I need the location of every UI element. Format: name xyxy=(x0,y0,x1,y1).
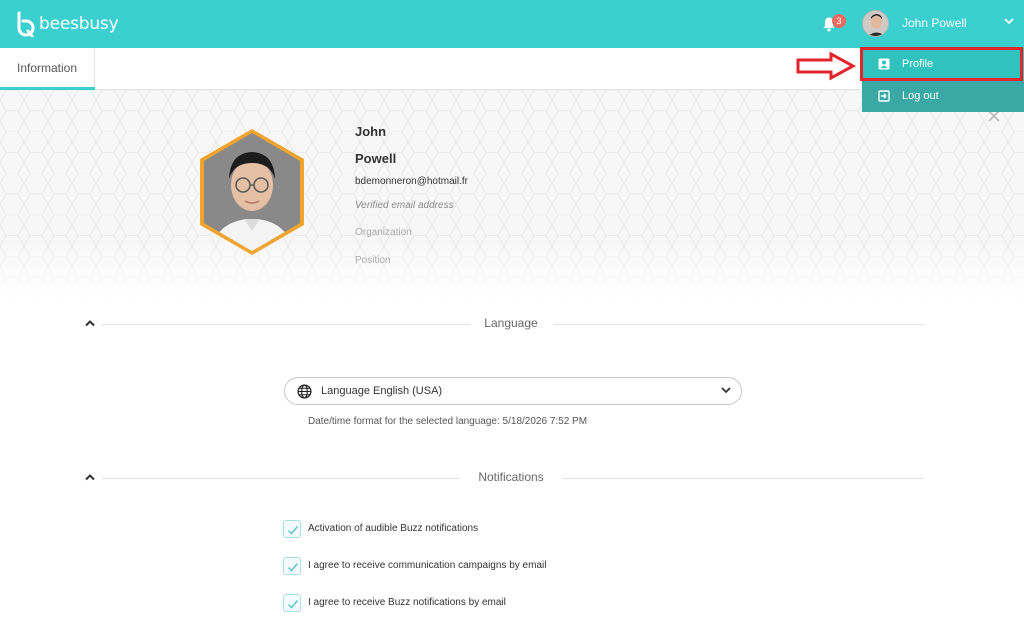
checkbox-label: I agree to receive communication campaig… xyxy=(308,560,547,571)
checkbox[interactable] xyxy=(283,557,301,575)
menu-item-logout[interactable]: Log out xyxy=(862,80,1024,112)
background-fade xyxy=(0,240,1024,632)
position-field[interactable]: Position xyxy=(355,255,391,266)
menu-item-label: Log out xyxy=(902,90,939,102)
profile-first-name[interactable]: John xyxy=(355,124,386,139)
language-section-header: Language xyxy=(84,316,924,332)
user-avatar[interactable] xyxy=(862,10,889,37)
language-select-value: Language English (USA) xyxy=(321,385,443,397)
divider xyxy=(554,324,924,325)
notifications-section-header: Notifications xyxy=(84,470,924,486)
logo-text: beesbusy xyxy=(39,14,119,34)
divider xyxy=(102,478,460,479)
checkbox[interactable] xyxy=(283,520,301,538)
profile-avatar[interactable] xyxy=(196,127,308,257)
profile-panel: John Powell bdemonneron@hotmail.fr Verif… xyxy=(0,90,1024,632)
bee-logo-icon xyxy=(17,11,35,37)
notifications-section-title: Notifications xyxy=(478,470,544,484)
top-user-name[interactable]: John Powell xyxy=(902,16,967,30)
checkbox[interactable] xyxy=(283,594,301,612)
checkmark-icon xyxy=(287,600,299,609)
language-select[interactable]: Language English (USA) xyxy=(284,377,742,405)
checkmark-icon xyxy=(287,526,299,535)
notification-badge: 3 xyxy=(832,14,846,28)
language-section-title: Language xyxy=(484,316,538,330)
profile-email: bdemonneron@hotmail.fr xyxy=(355,176,468,187)
email-verified-status: Verified email address xyxy=(355,200,454,211)
checkbox-label: I agree to receive Buzz notifications by… xyxy=(308,597,506,608)
chevron-down-icon xyxy=(721,387,731,394)
red-arrow-icon xyxy=(796,51,857,81)
checkmark-icon xyxy=(287,563,299,572)
collapse-caret-icon[interactable] xyxy=(84,473,96,481)
top-bar: beesbusy 3 John Powell xyxy=(0,0,1024,48)
collapse-caret-icon[interactable] xyxy=(84,319,96,327)
tab-information[interactable]: Information xyxy=(0,48,95,90)
app-logo[interactable]: beesbusy xyxy=(16,10,119,38)
divider xyxy=(562,478,924,479)
profile-last-name[interactable]: Powell xyxy=(355,151,396,166)
user-avatar-image xyxy=(863,11,888,36)
logout-icon xyxy=(878,90,890,102)
date-format-hint: Date/time format for the selected langua… xyxy=(308,416,588,427)
checkbox-label: Activation of audible Buzz notifications xyxy=(308,523,479,534)
globe-icon xyxy=(297,384,312,399)
chevron-down-icon[interactable] xyxy=(1004,18,1014,25)
profile-highlight-box xyxy=(860,47,1023,81)
organization-field[interactable]: Organization xyxy=(355,227,412,238)
divider xyxy=(102,324,470,325)
